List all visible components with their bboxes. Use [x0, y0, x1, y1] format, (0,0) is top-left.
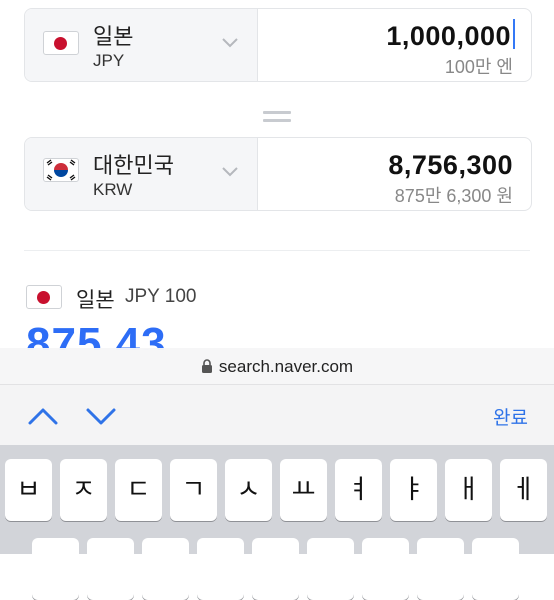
equals-icon — [263, 111, 291, 125]
to-currency-code: KRW — [93, 180, 133, 199]
key-row2[interactable] — [472, 538, 519, 600]
lock-icon — [201, 359, 212, 373]
to-amount-value: 8,756,300 — [388, 150, 513, 180]
key-giyeok[interactable]: ㄱ — [170, 459, 217, 521]
key-row2[interactable] — [307, 538, 354, 600]
korea-flag-icon — [43, 158, 79, 182]
to-currency-name: 대한민국 — [93, 153, 174, 178]
key-bieup[interactable]: ㅂ — [5, 459, 52, 521]
chevron-down-icon[interactable] — [84, 403, 118, 429]
url-text: search.naver.com — [218, 357, 354, 376]
from-amount-field[interactable]: 1,000,000 100만 엔 — [258, 9, 531, 81]
key-row2[interactable] — [417, 538, 464, 600]
japan-flag-icon — [26, 285, 62, 309]
korean-keyboard: ㅂ ㅈ ㄷ ㄱ ㅅ ㅛ ㅕ ㅑ ㅐ ㅔ — [0, 445, 554, 600]
rate-unit: JPY 100 — [125, 286, 197, 307]
from-amount-value: 1,000,000 — [386, 21, 511, 51]
from-currency-code: JPY — [93, 51, 125, 70]
from-currency-name: 일본 — [93, 24, 134, 49]
chevron-up-icon[interactable] — [26, 403, 60, 429]
key-row2[interactable] — [32, 538, 79, 600]
key-row2[interactable] — [197, 538, 244, 600]
to-currency-selector[interactable]: 대한민국 KRW — [25, 138, 258, 210]
chevron-down-icon — [222, 38, 238, 48]
to-amount-field[interactable]: 8,756,300 875만 6,300 원 — [258, 138, 531, 210]
key-digeut[interactable]: ㄷ — [115, 459, 162, 521]
key-e[interactable]: ㅔ — [500, 459, 547, 521]
key-ya[interactable]: ㅑ — [390, 459, 437, 521]
key-jieut[interactable]: ㅈ — [60, 459, 107, 521]
browser-url-bar[interactable]: search.naver.com — [0, 348, 554, 385]
keyboard-accessory-toolbar: 완료 — [0, 385, 554, 445]
to-amount-words: 875만 6,300 원 — [394, 186, 513, 206]
key-row2[interactable] — [252, 538, 299, 600]
from-amount-words: 100만 엔 — [444, 57, 513, 77]
key-row2[interactable] — [87, 538, 134, 600]
key-siot[interactable]: ㅅ — [225, 459, 272, 521]
to-currency-card: 대한민국 KRW 8,756,300 875만 6,300 원 — [24, 137, 532, 211]
done-button[interactable]: 완료 — [493, 403, 528, 430]
text-caret — [513, 19, 515, 49]
key-yo[interactable]: ㅛ — [280, 459, 327, 521]
key-row2[interactable] — [142, 538, 189, 600]
chevron-down-icon — [222, 167, 238, 177]
from-currency-selector[interactable]: 일본 JPY — [25, 9, 258, 81]
key-row2[interactable] — [362, 538, 409, 600]
japan-flag-icon — [43, 31, 79, 55]
rate-country: 일본 — [76, 289, 115, 312]
key-ae[interactable]: ㅐ — [445, 459, 492, 521]
section-divider — [24, 250, 530, 251]
rate-value: 875.43 — [26, 322, 167, 350]
key-yeo[interactable]: ㅕ — [335, 459, 382, 521]
from-currency-card: 일본 JPY 1,000,000 100만 엔 — [24, 8, 532, 82]
